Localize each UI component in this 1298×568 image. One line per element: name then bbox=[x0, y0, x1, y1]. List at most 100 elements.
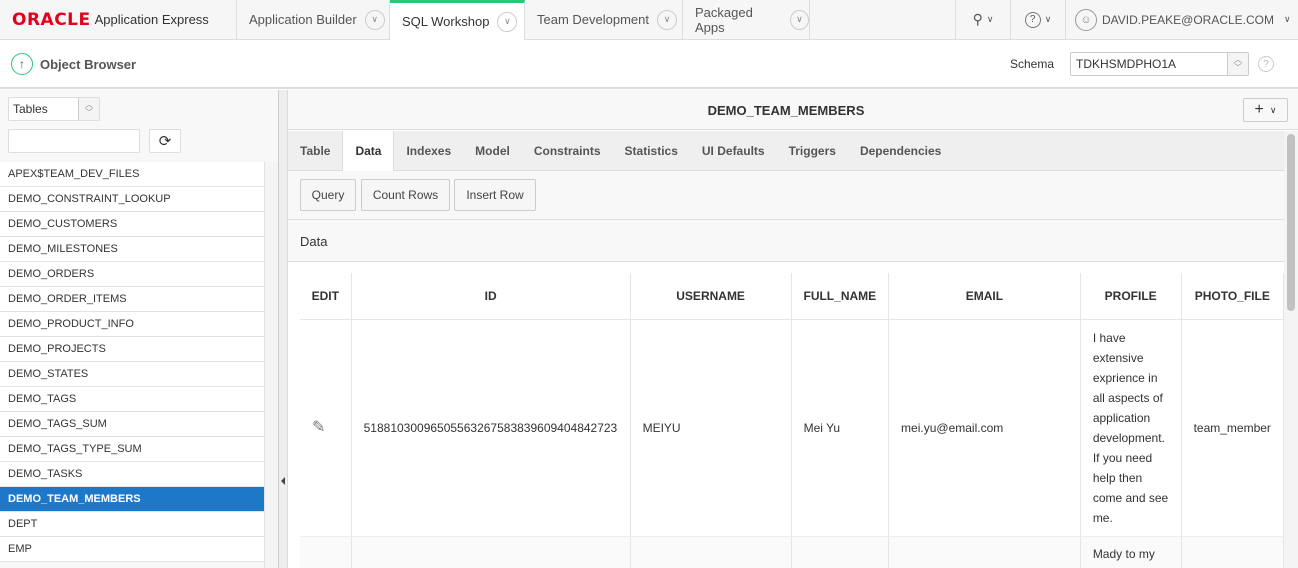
tab-model[interactable]: Model bbox=[463, 131, 522, 171]
schema-label: Schema bbox=[1010, 57, 1055, 71]
object-type-select[interactable]: Tables ︿ ﹀ bbox=[8, 97, 100, 121]
refresh-icon: ⟳ bbox=[158, 133, 172, 150]
chevron-down-icon: ∨ bbox=[1284, 14, 1291, 24]
object-list-item[interactable]: DEMO_MILESTONES bbox=[0, 237, 264, 262]
oracle-apex-logo[interactable]: ORACLE Application Express bbox=[0, 0, 237, 39]
chevron-down-icon: ∨ bbox=[1269, 104, 1277, 115]
scrollbar-thumb[interactable] bbox=[1287, 134, 1295, 311]
object-list-item[interactable]: DEMO_PRODUCT_INFO bbox=[0, 312, 264, 337]
schema-select[interactable]: TDKHSMDPHO1A ︿ ﹀ bbox=[1070, 52, 1249, 76]
tab-team-development[interactable]: Team Development ∨ bbox=[525, 0, 683, 39]
page-title: Object Browser bbox=[40, 57, 137, 72]
user-wrench-icon: ⚲ bbox=[972, 11, 983, 27]
tab-application-builder[interactable]: Application Builder ∨ bbox=[237, 0, 390, 39]
object-list-item[interactable]: DEMO_TEAM_MEMBERS bbox=[0, 487, 264, 512]
help-menu[interactable]: ? ∨ bbox=[1010, 0, 1065, 39]
tab-triggers[interactable]: Triggers bbox=[777, 131, 848, 171]
refresh-button[interactable]: ⟳ bbox=[149, 129, 181, 153]
query-button[interactable]: Query bbox=[300, 179, 356, 211]
select-arrows-icon: ︿ ﹀ bbox=[1227, 53, 1248, 75]
object-list-item[interactable]: DEPT bbox=[0, 512, 264, 537]
tab-sql-workshop[interactable]: SQL Workshop ∨ bbox=[390, 0, 525, 40]
tab-label: Packaged Apps bbox=[695, 4, 753, 35]
list-scrollbar[interactable] bbox=[264, 162, 278, 568]
object-search-input[interactable] bbox=[8, 129, 140, 153]
help-icon: ? bbox=[1024, 11, 1041, 28]
data-table: EDIT ID USERNAME FULL_NAME EMAIL PROFILE PHOTO… bbox=[300, 273, 1285, 568]
object-list-item[interactable]: DEMO_STATES bbox=[0, 362, 264, 387]
object-list-item[interactable]: DEMO_CUSTOMERS bbox=[0, 212, 264, 237]
tab-indexes[interactable]: Indexes bbox=[394, 131, 463, 171]
column-header[interactable]: PHOTO_FILE bbox=[1181, 273, 1285, 320]
insert-row-button[interactable]: Insert Row bbox=[454, 179, 536, 211]
object-list-item[interactable]: DEMO_PROJECTS bbox=[0, 337, 264, 362]
count-rows-button[interactable]: Count Rows bbox=[361, 179, 450, 211]
schema-value: TDKHSMDPHO1A bbox=[1076, 57, 1177, 71]
tab-dependencies[interactable]: Dependencies bbox=[848, 131, 953, 171]
up-arrow-icon[interactable]: ↑ bbox=[11, 53, 33, 75]
object-list-item[interactable]: EMP bbox=[0, 537, 264, 562]
edit-pencil-icon[interactable]: ✎ bbox=[312, 419, 325, 436]
edit-cell bbox=[300, 536, 352, 568]
object-list-item[interactable]: DEMO_TASKS bbox=[0, 462, 264, 487]
tab-label: Application Builder bbox=[249, 12, 357, 27]
table-row: ✎ 51881030096505563267583839609404842723 M… bbox=[300, 319, 1285, 537]
cell-email bbox=[888, 536, 1081, 568]
column-header[interactable]: PROFILE bbox=[1080, 273, 1182, 320]
column-header[interactable]: USERNAME bbox=[630, 273, 792, 320]
chevron-down-icon[interactable]: ∨ bbox=[789, 9, 809, 30]
column-header[interactable]: FULL_NAME bbox=[791, 273, 890, 320]
tab-constraints[interactable]: Constraints bbox=[522, 131, 613, 171]
user-name: DAVID.PEAKE@ORACLE.COM bbox=[1102, 12, 1274, 27]
user-menu[interactable]: ☺ DAVID.PEAKE@ORACLE.COM ∨ bbox=[1065, 0, 1298, 39]
object-list-item[interactable]: APEX$TEAM_DEV_FILES bbox=[0, 162, 264, 187]
tab-label: Team Development bbox=[537, 12, 649, 27]
logo-brand: ORACLE bbox=[12, 9, 91, 30]
object-list: APEX$TEAM_DEV_FILES DEMO_CONSTRAINT_LOOKU… bbox=[0, 162, 264, 562]
panel-splitter[interactable] bbox=[278, 90, 288, 568]
tab-packaged-apps[interactable]: Packaged Apps ∨ bbox=[683, 0, 810, 39]
object-tabs: Table Data Indexes Model Constraints Statisti… bbox=[288, 131, 1284, 171]
chevron-down-icon[interactable]: ∨ bbox=[657, 9, 677, 30]
region-title: Data bbox=[300, 234, 328, 249]
administration-menu[interactable]: ⚲ ∨ bbox=[955, 0, 1010, 39]
plus-icon: + bbox=[1254, 101, 1264, 118]
select-arrows-icon: ︿ ﹀ bbox=[78, 98, 99, 120]
column-header[interactable]: ID bbox=[351, 273, 631, 320]
avatar-icon: ☺ bbox=[1075, 8, 1097, 31]
cell-photo-file bbox=[1181, 536, 1285, 568]
data-table-container: EDIT ID USERNAME FULL_NAME EMAIL PROFILE PHOTO… bbox=[288, 262, 1285, 568]
cell-email: mei.yu@email.com bbox=[888, 319, 1081, 537]
object-list-item[interactable]: DEMO_ORDER_ITEMS bbox=[0, 287, 264, 312]
cell-photo-file: team_member bbox=[1181, 319, 1285, 537]
tab-table[interactable]: Table bbox=[288, 131, 342, 171]
data-region-header bbox=[288, 220, 1284, 262]
cell-username bbox=[630, 536, 792, 568]
cell-full-name bbox=[791, 536, 890, 568]
object-list-item[interactable]: DEMO_ORDERS bbox=[0, 262, 264, 287]
object-list-item[interactable]: DEMO_TAGS_SUM bbox=[0, 412, 264, 437]
chevron-down-icon[interactable]: ∨ bbox=[497, 11, 518, 32]
object-type-value: Tables bbox=[13, 102, 48, 116]
edit-cell: ✎ bbox=[300, 319, 352, 537]
chevron-down-icon[interactable]: ∨ bbox=[364, 9, 385, 30]
object-list-item[interactable]: DEMO_TAGS bbox=[0, 387, 264, 412]
cell-username: MEIYU bbox=[630, 319, 792, 537]
tab-statistics[interactable]: Statistics bbox=[613, 131, 690, 171]
tab-ui-defaults[interactable]: UI Defaults bbox=[690, 131, 777, 171]
tab-data[interactable]: Data bbox=[342, 131, 395, 171]
cell-profile: I have extensive exprience in all aspect… bbox=[1080, 319, 1182, 537]
schema-help-icon[interactable]: ? bbox=[1258, 56, 1274, 72]
cell-profile: Mady to my bbox=[1080, 536, 1182, 568]
collapse-left-icon[interactable] bbox=[281, 477, 285, 485]
cell-id: 51881030096505563267583839609404842723 bbox=[351, 319, 631, 537]
object-list-item[interactable]: DEMO_TAGS_TYPE_SUM bbox=[0, 437, 264, 462]
table-row: Mady to my bbox=[300, 536, 1285, 568]
column-header[interactable]: EDIT bbox=[300, 273, 352, 320]
object-title: DEMO_TEAM_MEMBERS bbox=[707, 103, 865, 118]
create-menu-button[interactable]: + ∨ bbox=[1243, 98, 1288, 122]
object-list-item[interactable]: DEMO_CONSTRAINT_LOOKUP bbox=[0, 187, 264, 212]
cell-id bbox=[351, 536, 631, 568]
chevron-down-icon: ∨ bbox=[986, 14, 994, 24]
column-header[interactable]: EMAIL bbox=[888, 273, 1081, 320]
